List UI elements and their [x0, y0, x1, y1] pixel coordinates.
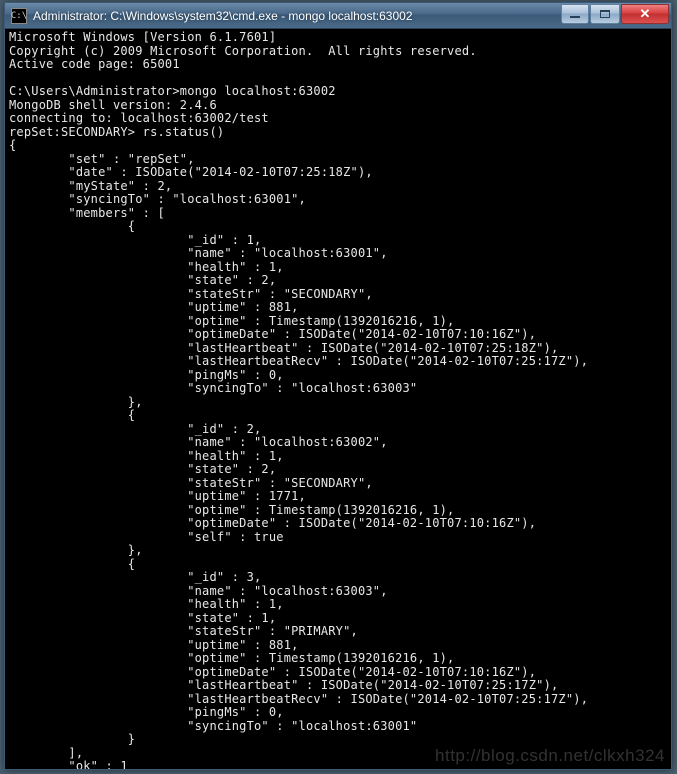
console-window: C:\ Administrator: C:\Windows\system32\c…: [4, 2, 672, 770]
window-controls: ✕: [560, 4, 669, 24]
maximize-icon: [600, 10, 610, 18]
window-title: Administrator: C:\Windows\system32\cmd.e…: [33, 9, 560, 23]
console-output[interactable]: Microsoft Windows [Version 6.1.7601] Cop…: [5, 29, 671, 769]
cmd-icon: C:\: [11, 8, 27, 24]
close-button[interactable]: ✕: [621, 4, 669, 24]
minimize-button[interactable]: [561, 4, 589, 24]
titlebar[interactable]: C:\ Administrator: C:\Windows\system32\c…: [5, 3, 671, 29]
minimize-icon: [570, 16, 580, 18]
maximize-button[interactable]: [590, 4, 620, 24]
close-icon: ✕: [640, 7, 651, 20]
